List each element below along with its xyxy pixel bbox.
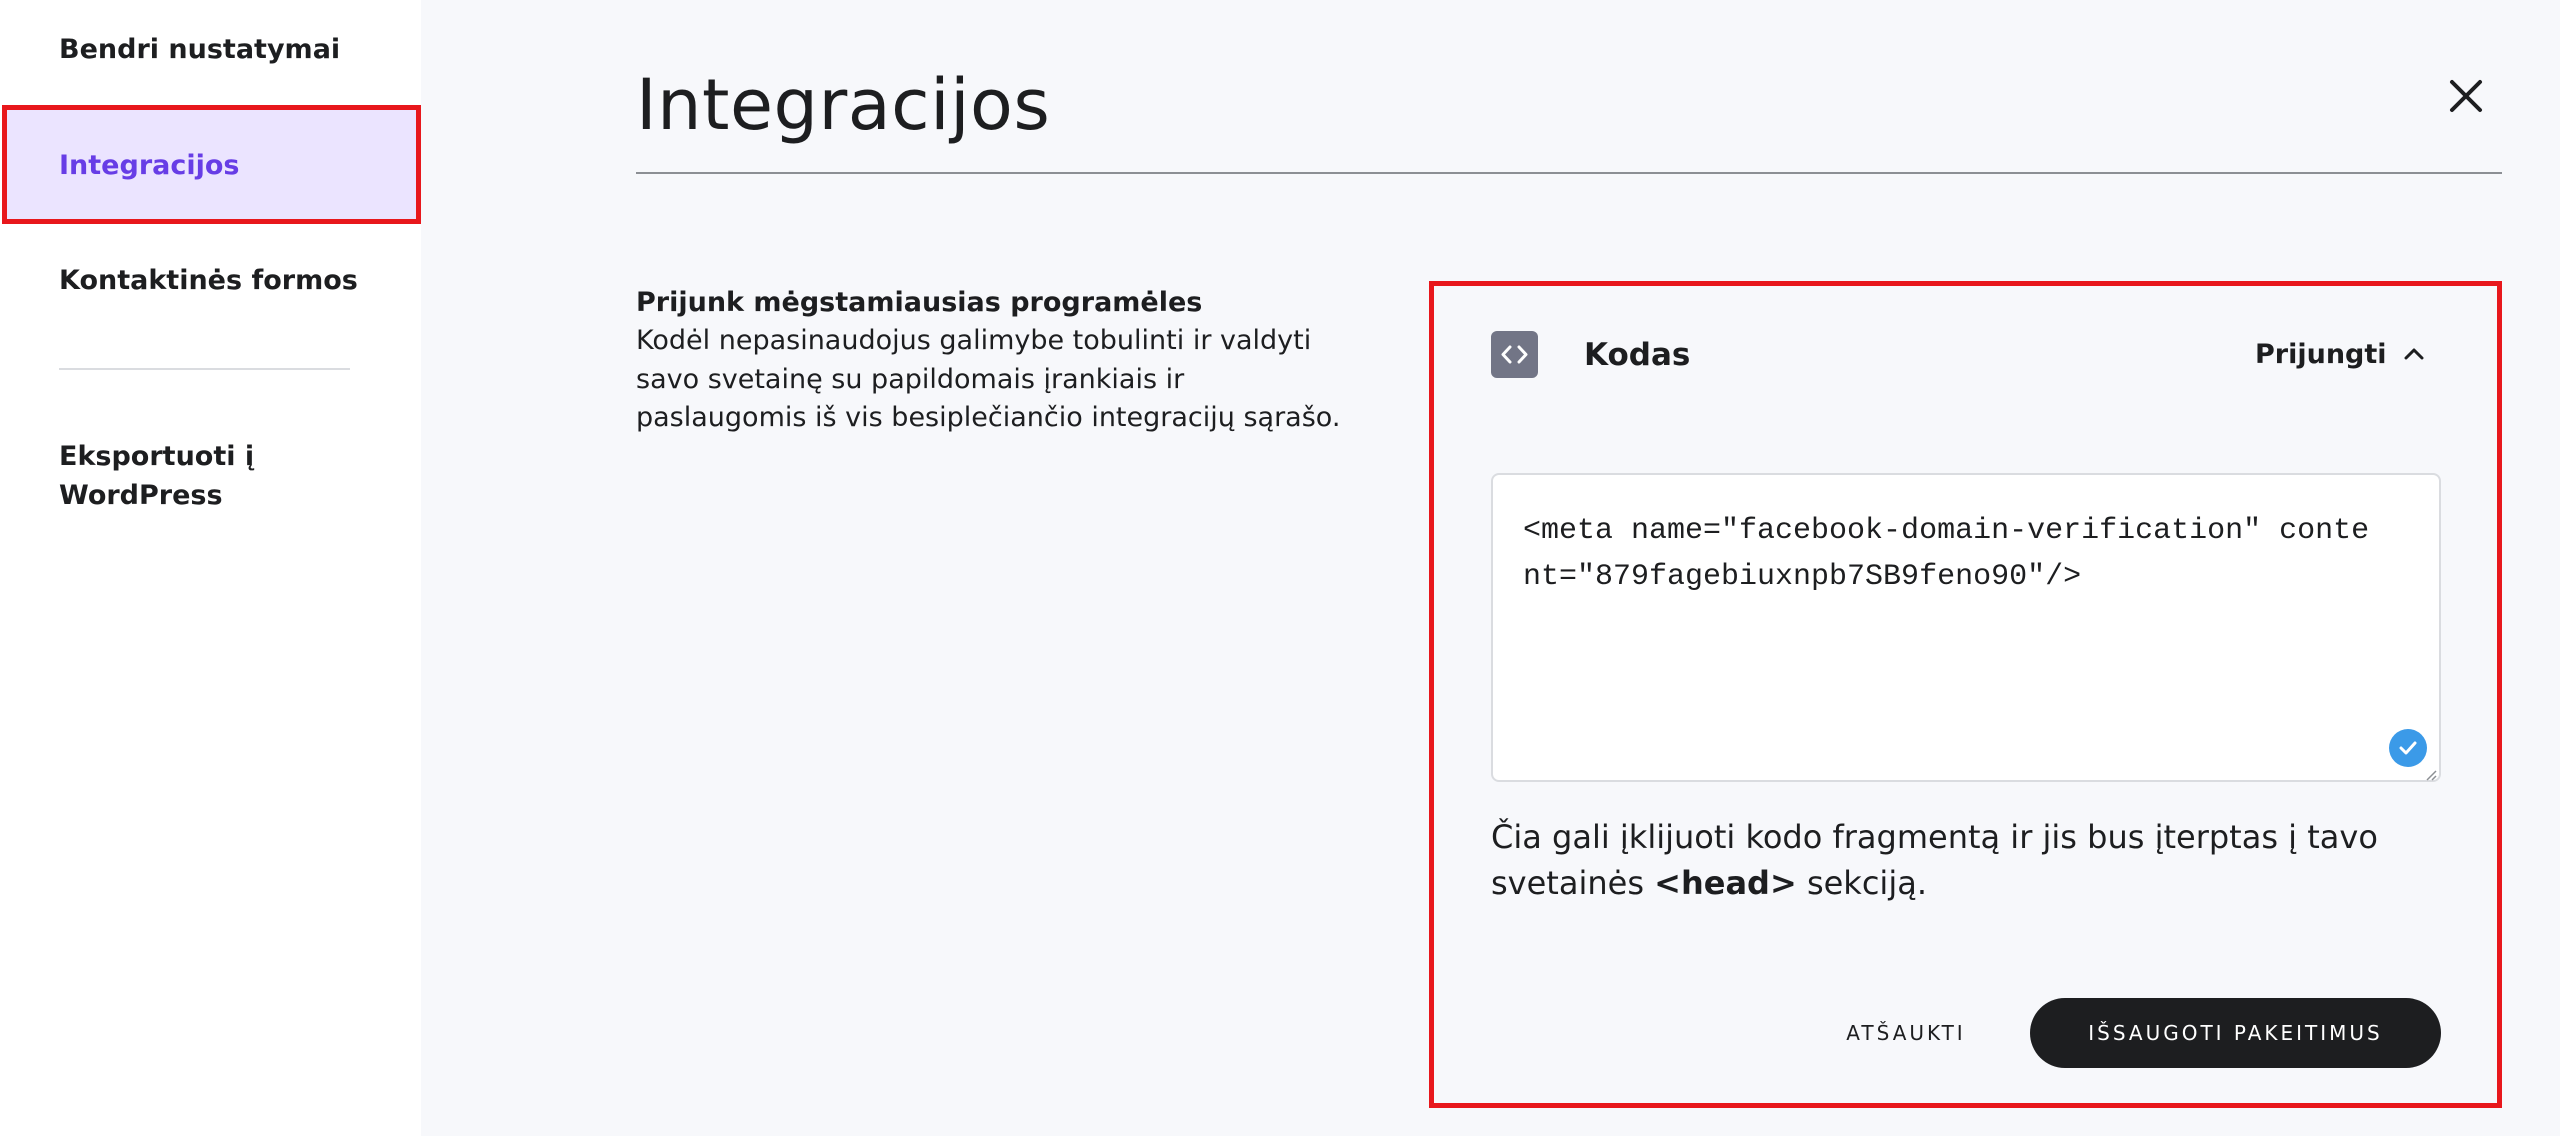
close-button[interactable]	[2440, 70, 2492, 122]
chevron-up-icon[interactable]	[2400, 340, 2428, 368]
resize-handle-icon[interactable]	[2425, 766, 2437, 781]
help-text-after: sekciją.	[1806, 864, 1927, 902]
code-icon	[1491, 331, 1538, 378]
page-title: Integracijos	[636, 64, 1051, 146]
title-divider	[636, 172, 2502, 174]
connect-button[interactable]: Prijungti	[2255, 336, 2387, 374]
sidebar-divider	[59, 368, 350, 370]
sidebar-item-contact-forms[interactable]: Kontaktinės formos	[59, 261, 358, 301]
cancel-button[interactable]: ATŠAUKTI	[1822, 998, 1990, 1068]
check-icon	[2389, 729, 2427, 767]
intro-heading: Prijunk mėgstamiausias programėles	[636, 287, 1203, 318]
card-title: Kodas	[1584, 337, 1691, 373]
save-changes-button[interactable]: IŠSAUGOTI PAKEITIMUS	[2030, 998, 2441, 1068]
code-help-text: Čia gali įklijuoti kodo fragmentą ir jis…	[1491, 814, 2391, 906]
sidebar-item-export-wordpress[interactable]: Eksportuoti į WordPress	[59, 437, 299, 515]
help-text-head-tag: <head>	[1654, 864, 1797, 902]
intro-description: Kodėl nepasinaudojus galimybe tobulinti …	[636, 325, 1341, 433]
sidebar: Bendri nustatymai Integracijos Kontaktin…	[0, 0, 421, 1136]
close-icon	[2450, 80, 2482, 112]
sidebar-item-general-settings[interactable]: Bendri nustatymai	[59, 30, 340, 70]
help-text-before: Čia gali įklijuoti kodo fragmentą ir jis…	[1491, 818, 2378, 902]
sidebar-item-label: Integracijos	[59, 150, 240, 181]
sidebar-item-integrations[interactable]: Integracijos	[2, 105, 421, 224]
code-textarea-value[interactable]: <meta name="facebook-domain-verification…	[1523, 508, 2383, 600]
